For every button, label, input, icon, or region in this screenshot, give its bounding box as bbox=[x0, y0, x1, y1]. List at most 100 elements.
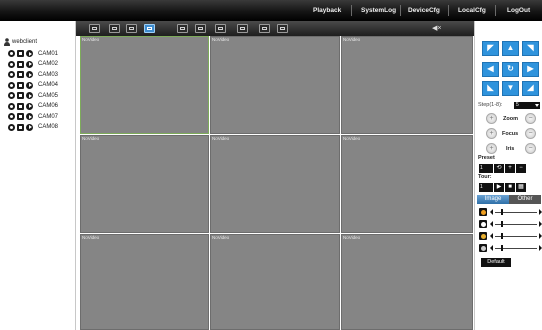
tour-play-button[interactable]: ▶ bbox=[494, 183, 504, 192]
stop-icon[interactable] bbox=[17, 50, 24, 57]
stop-icon[interactable] bbox=[17, 102, 24, 110]
video-cell[interactable]: NoVideo bbox=[210, 234, 340, 330]
playback-icon[interactable] bbox=[215, 24, 226, 33]
record-icon[interactable] bbox=[8, 113, 15, 120]
brightness-slider[interactable] bbox=[479, 208, 542, 217]
slider-decrease-icon[interactable] bbox=[490, 245, 493, 251]
stop-icon[interactable] bbox=[17, 71, 24, 78]
camera-item[interactable]: CAM08 bbox=[8, 123, 58, 132]
ptz-auto-rotate-button[interactable]: ↻ bbox=[502, 62, 519, 77]
play-icon[interactable] bbox=[26, 60, 33, 68]
camera-item[interactable]: CAM02 bbox=[8, 60, 58, 69]
saturation-slider[interactable] bbox=[479, 232, 542, 241]
slider-decrease-icon[interactable] bbox=[490, 209, 493, 215]
ptz-up-right-button[interactable]: ◥ bbox=[522, 41, 539, 56]
stop-icon[interactable] bbox=[17, 113, 24, 120]
tour-input[interactable]: 1 bbox=[479, 183, 493, 192]
tab-image[interactable]: Image bbox=[477, 195, 509, 204]
step-select[interactable]: 5 bbox=[514, 102, 540, 109]
ptz-up-left-button[interactable]: ◤ bbox=[482, 41, 499, 56]
nav-logout[interactable]: LogOut bbox=[507, 0, 530, 21]
nav-localcfg[interactable]: LocalCfg bbox=[458, 0, 486, 21]
camera-item[interactable]: CAM06 bbox=[8, 102, 58, 111]
camera-item[interactable]: CAM03 bbox=[8, 70, 58, 79]
preset-call-button[interactable]: ⟲ bbox=[494, 164, 504, 173]
slider-thumb[interactable] bbox=[501, 221, 504, 227]
tour-stop-button[interactable]: ■ bbox=[505, 183, 515, 192]
contrast-icon bbox=[479, 220, 487, 228]
camera-item[interactable]: CAM05 bbox=[8, 91, 58, 100]
nav-playback[interactable]: Playback bbox=[313, 0, 341, 21]
video-cell[interactable]: NoVideo bbox=[341, 135, 473, 233]
ptz-up-button[interactable]: ▲ bbox=[502, 41, 519, 56]
ptz-down-right-button[interactable]: ◢ bbox=[522, 81, 539, 96]
ptz-right-button[interactable]: ▶ bbox=[522, 62, 539, 77]
record-icon[interactable] bbox=[8, 123, 15, 131]
ptz-down-button[interactable]: ▼ bbox=[502, 81, 519, 96]
slider-thumb[interactable] bbox=[501, 233, 504, 239]
stop-icon[interactable] bbox=[17, 92, 24, 99]
record-icon[interactable] bbox=[8, 50, 15, 57]
preset-delete-button[interactable]: − bbox=[516, 164, 526, 173]
slider-decrease-icon[interactable] bbox=[490, 221, 493, 227]
camera-label: CAM06 bbox=[38, 103, 59, 109]
layout-4-icon[interactable] bbox=[126, 24, 137, 33]
focus-near-button[interactable]: + bbox=[486, 128, 497, 139]
nav-systemlog[interactable]: SystemLog bbox=[361, 0, 396, 21]
snapshot-icon[interactable] bbox=[237, 24, 248, 33]
play-icon[interactable] bbox=[26, 102, 33, 110]
record-icon[interactable] bbox=[195, 24, 206, 33]
iris-close-button[interactable]: − bbox=[525, 143, 536, 154]
zoom-out-button[interactable]: − bbox=[525, 113, 536, 124]
slider-thumb[interactable] bbox=[501, 209, 504, 215]
default-button[interactable]: Default bbox=[481, 258, 511, 267]
mute-icon[interactable]: ◀× bbox=[432, 24, 441, 32]
hue-slider[interactable] bbox=[479, 244, 542, 253]
settings-icon[interactable] bbox=[277, 24, 288, 33]
fullscreen-icon[interactable] bbox=[89, 24, 100, 33]
stop-icon[interactable] bbox=[17, 60, 24, 68]
preset-input[interactable]: 1 bbox=[479, 164, 493, 173]
record-icon[interactable] bbox=[8, 92, 15, 99]
tab-other[interactable]: Other bbox=[509, 195, 541, 204]
video-cell[interactable]: NoVideo bbox=[341, 234, 473, 330]
slider-thumb[interactable] bbox=[501, 245, 504, 251]
ptz-down-left-button[interactable]: ◣ bbox=[482, 81, 499, 96]
layout-9-icon[interactable] bbox=[144, 24, 155, 33]
camera-item[interactable]: CAM01 bbox=[8, 49, 58, 58]
ptz-left-button[interactable]: ◀ bbox=[482, 62, 499, 77]
video-cell[interactable]: NoVideo bbox=[80, 36, 209, 134]
video-cell[interactable]: NoVideo bbox=[341, 36, 473, 134]
preset-add-button[interactable]: + bbox=[505, 164, 515, 173]
video-cell[interactable]: NoVideo bbox=[80, 135, 209, 233]
iris-open-button[interactable]: + bbox=[486, 143, 497, 154]
stream-icon[interactable] bbox=[259, 24, 270, 33]
zoom-icon[interactable] bbox=[177, 24, 188, 33]
zoom-in-button[interactable]: + bbox=[486, 113, 497, 124]
play-icon[interactable] bbox=[26, 113, 33, 120]
nav-separator bbox=[351, 5, 352, 16]
tour-settings-button[interactable]: ▦ bbox=[516, 183, 526, 192]
record-icon[interactable] bbox=[8, 81, 15, 89]
video-cell[interactable]: NoVideo bbox=[80, 234, 209, 330]
nav-devicecfg[interactable]: DeviceCfg bbox=[408, 0, 440, 21]
play-icon[interactable] bbox=[26, 92, 33, 99]
play-icon[interactable] bbox=[26, 50, 33, 57]
camera-item[interactable]: CAM04 bbox=[8, 81, 58, 90]
video-cell[interactable]: NoVideo bbox=[210, 135, 340, 233]
record-icon[interactable] bbox=[8, 102, 15, 110]
tree-root[interactable]: webclient bbox=[4, 37, 37, 46]
camera-item[interactable]: CAM07 bbox=[8, 112, 58, 121]
stop-icon[interactable] bbox=[17, 123, 24, 131]
contrast-slider[interactable] bbox=[479, 220, 542, 229]
slider-decrease-icon[interactable] bbox=[490, 233, 493, 239]
record-icon[interactable] bbox=[8, 60, 15, 68]
play-icon[interactable] bbox=[26, 71, 33, 78]
video-cell[interactable]: NoVideo bbox=[210, 36, 340, 134]
focus-far-button[interactable]: − bbox=[525, 128, 536, 139]
play-icon[interactable] bbox=[26, 81, 33, 89]
record-icon[interactable] bbox=[8, 71, 15, 78]
play-icon[interactable] bbox=[26, 123, 33, 131]
layout-1-icon[interactable] bbox=[109, 24, 120, 33]
stop-icon[interactable] bbox=[17, 81, 24, 89]
